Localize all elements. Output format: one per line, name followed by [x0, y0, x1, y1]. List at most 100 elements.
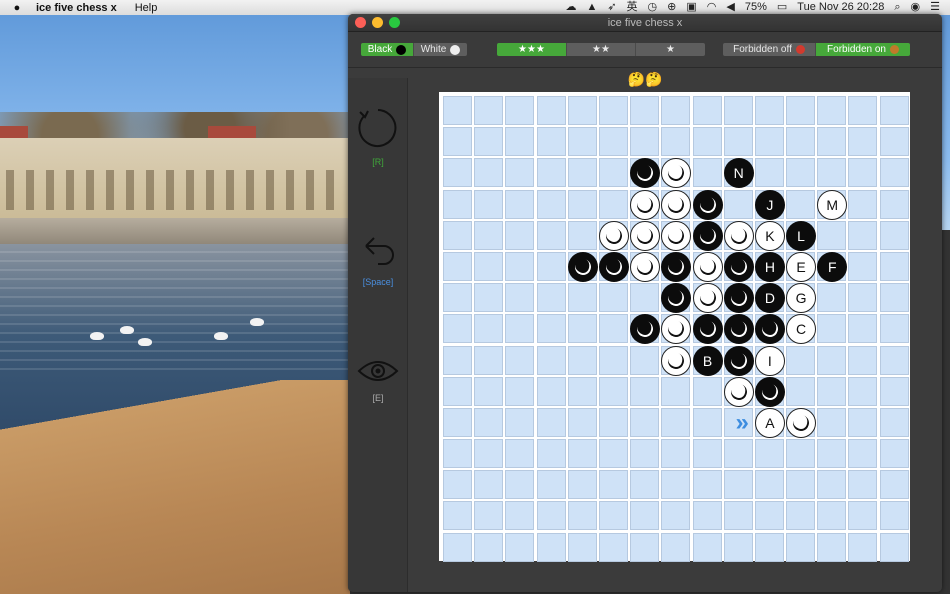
board-cell[interactable] — [598, 96, 628, 125]
board-cell[interactable] — [505, 220, 535, 250]
board-cell[interactable] — [817, 407, 847, 437]
board-cell[interactable] — [630, 532, 660, 562]
board-cell[interactable] — [505, 127, 535, 157]
board-cell[interactable] — [723, 345, 754, 376]
board-cell[interactable] — [661, 96, 691, 125]
board-cell[interactable] — [879, 251, 909, 281]
board-cell[interactable] — [474, 376, 504, 406]
board-cell[interactable] — [723, 439, 753, 469]
board-cell[interactable] — [879, 283, 909, 313]
board-cell[interactable] — [817, 532, 847, 562]
board-cell[interactable] — [567, 439, 597, 469]
board-cell[interactable] — [848, 345, 878, 375]
board-cell[interactable] — [723, 314, 754, 345]
spotlight-search-icon[interactable]: ⌕ — [894, 0, 900, 15]
board-cell[interactable]: J — [754, 189, 785, 220]
board-cell[interactable] — [786, 376, 816, 406]
cloud-icon[interactable]: ☁ — [565, 0, 576, 15]
board-cell[interactable] — [786, 439, 816, 469]
board-cell[interactable] — [630, 439, 660, 469]
view-toggle-button[interactable]: [E] — [348, 356, 408, 403]
volume-icon[interactable]: ◀ — [726, 0, 734, 15]
board-cell[interactable] — [505, 470, 535, 500]
board-cell[interactable] — [692, 470, 722, 500]
board-cell[interactable] — [754, 501, 784, 531]
board-cell[interactable]: M — [817, 189, 848, 220]
board-cell[interactable] — [692, 283, 723, 314]
board-cell[interactable] — [443, 158, 472, 188]
board-cell[interactable] — [598, 501, 628, 531]
battery-icon[interactable]: ▭ — [777, 0, 787, 15]
board-cell[interactable] — [505, 532, 535, 562]
board-cell[interactable] — [723, 470, 753, 500]
board-cell[interactable] — [443, 220, 472, 250]
board-cell[interactable] — [692, 189, 723, 220]
board-cell[interactable] — [598, 376, 628, 406]
board-cell[interactable] — [536, 314, 566, 344]
board-cell[interactable] — [536, 220, 566, 250]
board-cell[interactable] — [848, 407, 878, 437]
board-cell[interactable] — [536, 532, 566, 562]
board-cell[interactable] — [474, 501, 504, 531]
board-cell[interactable] — [630, 127, 660, 157]
time-machine-icon[interactable]: ◷ — [648, 0, 658, 15]
bell-icon[interactable]: ▲ — [586, 0, 597, 15]
board-cell[interactable] — [754, 532, 784, 562]
board-cell[interactable] — [754, 470, 784, 500]
board-cell[interactable] — [505, 314, 535, 344]
board-cell[interactable] — [630, 158, 661, 189]
board-cell[interactable] — [848, 220, 878, 250]
board-cell[interactable] — [786, 127, 816, 157]
board-cell[interactable] — [598, 220, 629, 251]
board-cell[interactable] — [817, 283, 847, 313]
board-cell[interactable]: F — [817, 251, 848, 282]
board-cell[interactable] — [443, 470, 472, 500]
board-cell[interactable] — [879, 314, 909, 344]
board-cell[interactable] — [536, 189, 566, 219]
black-option[interactable]: Black — [361, 43, 414, 56]
app-menu[interactable]: ice five chess x — [36, 2, 117, 14]
board-cell[interactable] — [848, 439, 878, 469]
board-cell[interactable] — [567, 501, 597, 531]
board-cell[interactable] — [786, 407, 817, 438]
board-cell[interactable] — [598, 532, 628, 562]
board-cell[interactable] — [598, 345, 628, 375]
board-cell[interactable] — [443, 283, 472, 313]
white-option[interactable]: White — [414, 43, 467, 56]
board-cell[interactable] — [817, 470, 847, 500]
board-cell[interactable] — [786, 532, 816, 562]
board-cell[interactable] — [754, 96, 784, 125]
board-cell[interactable] — [723, 501, 753, 531]
board-cell[interactable] — [474, 439, 504, 469]
board-cell[interactable] — [536, 470, 566, 500]
board-cell[interactable]: L — [786, 220, 817, 251]
board-cell[interactable] — [723, 251, 754, 282]
board-cell[interactable]: B — [692, 345, 723, 376]
wifi-icon[interactable]: ◠ — [707, 0, 717, 15]
board-cell[interactable] — [567, 283, 597, 313]
board-cell[interactable] — [661, 345, 692, 376]
board-cell[interactable] — [474, 127, 504, 157]
board-cell[interactable] — [505, 345, 535, 375]
board-cell[interactable] — [443, 189, 472, 219]
board-cell[interactable] — [848, 532, 878, 562]
board-cell[interactable] — [723, 283, 754, 314]
board-cell[interactable] — [567, 127, 597, 157]
board-cell[interactable] — [443, 532, 472, 562]
board-cell[interactable] — [848, 376, 878, 406]
board-cell[interactable]: I — [754, 345, 785, 376]
board-cell[interactable] — [661, 127, 691, 157]
board-cell[interactable] — [474, 220, 504, 250]
board-cell[interactable] — [692, 532, 722, 562]
board-cell[interactable] — [661, 501, 691, 531]
board-cell[interactable] — [723, 189, 753, 219]
board-cell[interactable] — [598, 251, 629, 282]
board-cell[interactable] — [661, 439, 691, 469]
board-cell[interactable] — [754, 127, 784, 157]
board-cell[interactable] — [536, 501, 566, 531]
forbidden-off-option[interactable]: Forbidden off — [723, 43, 816, 56]
board-cell[interactable] — [567, 532, 597, 562]
difficulty-1-star[interactable]: ★ — [636, 43, 705, 56]
board-cell[interactable] — [754, 314, 785, 345]
help-menu[interactable]: Help — [135, 2, 158, 14]
